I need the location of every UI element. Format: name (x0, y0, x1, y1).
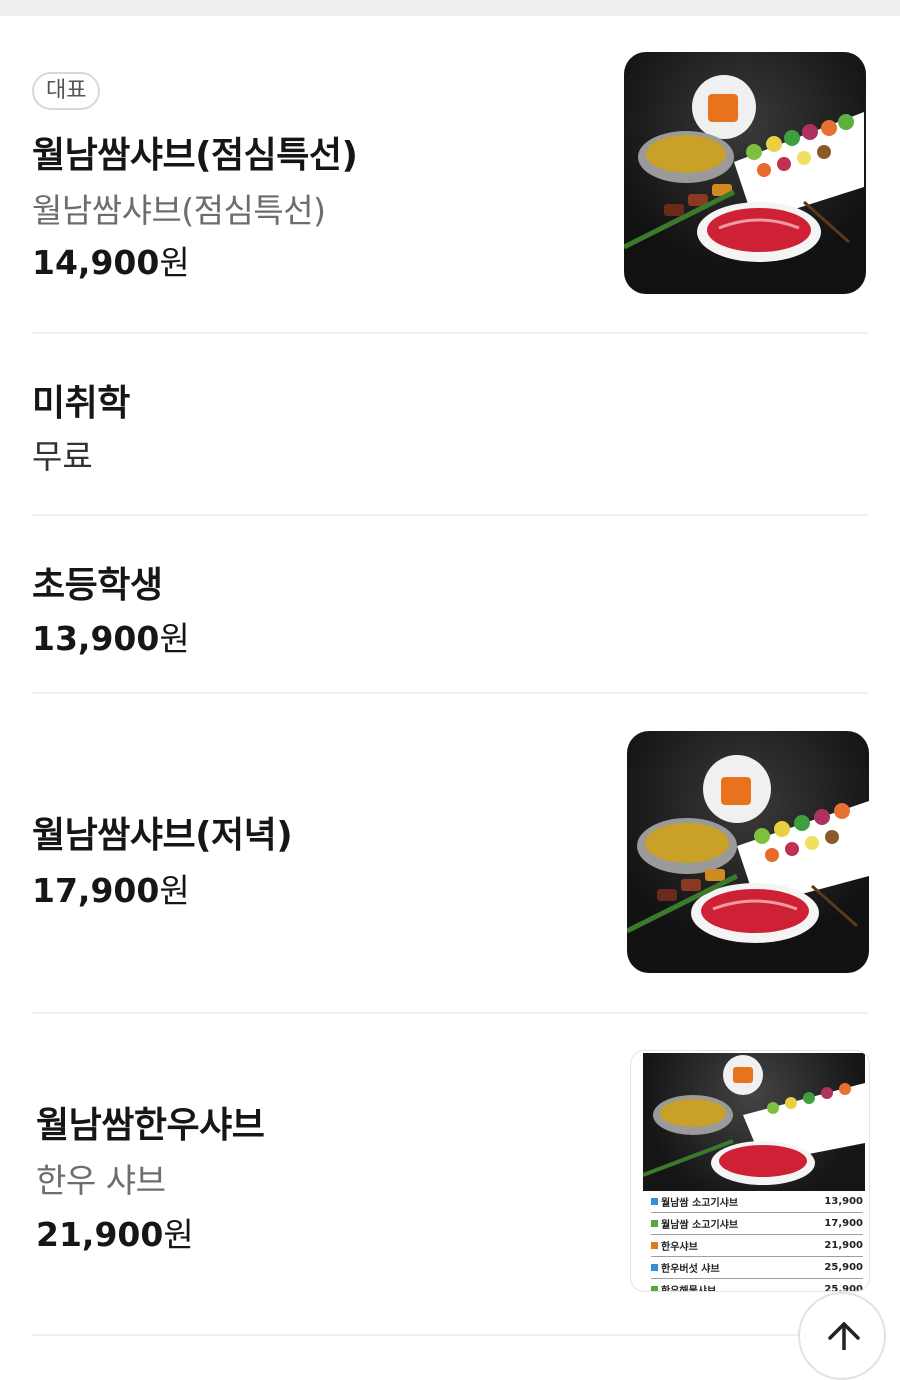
bullet-icon (651, 1242, 658, 1249)
menu-board-row: 월남쌈 소고기샤브 17,900 (651, 1213, 863, 1235)
menu-board-photo[interactable]: 월남쌈 소고기샤브 13,900 월남쌈 소고기샤브 17,900 한우샤브 2… (630, 1050, 870, 1292)
bullet-icon (651, 1264, 658, 1271)
bullet-icon (651, 1220, 658, 1227)
menu-board-list: 월남쌈 소고기샤브 13,900 월남쌈 소고기샤브 17,900 한우샤브 2… (651, 1191, 863, 1291)
bullet-icon (651, 1286, 658, 1291)
divider (32, 1334, 868, 1336)
top-bar (0, 0, 900, 16)
menu-item-price: 17,900원 (32, 871, 190, 910)
scroll-to-top-button[interactable] (798, 1292, 886, 1380)
menu-item-name: 월남쌈샤브(저녁) (32, 815, 293, 856)
menu-board-row: 한우샤브 21,900 (651, 1235, 863, 1257)
arrow-up-icon (828, 1322, 860, 1352)
menu-item-price-note: 무료 (32, 437, 93, 476)
menu-item-preschool[interactable]: 미취학 무료 (32, 374, 868, 484)
menu-item-photo[interactable] (627, 731, 869, 973)
menu-board-food-photo (642, 1053, 865, 1191)
menu-board-row: 월남쌈 소고기샤브 13,900 (651, 1191, 863, 1213)
menu-item-photo[interactable] (624, 52, 866, 294)
menu-item-name: 초등학생 (32, 565, 163, 606)
menu-item-price: 13,900원 (32, 619, 190, 658)
menu-item-name: 미취학 (32, 383, 130, 424)
menu-item-description: 한우 샤브 (36, 1161, 166, 1200)
menu-board-row: 한우해물샤브 25,900 (651, 1279, 863, 1291)
divider (32, 1012, 868, 1014)
menu-item-name: 월남쌈한우샤브 (36, 1105, 265, 1146)
bullet-icon (651, 1198, 658, 1205)
representative-badge: 대표 (32, 72, 101, 110)
divider (32, 514, 868, 516)
divider (32, 332, 868, 334)
menu-board-row: 한우버섯 샤브 25,900 (651, 1257, 863, 1279)
menu-item-price: 21,900원 (36, 1215, 194, 1254)
menu-item-elementary[interactable]: 초등학생 13,900원 (32, 552, 868, 662)
menu-item-name: 월남쌈샤브(점심특선) (32, 135, 358, 176)
menu-item-price: 14,900원 (32, 243, 190, 282)
divider (32, 692, 868, 694)
menu-item-description: 월남쌈샤브(점심특선) (32, 191, 326, 230)
